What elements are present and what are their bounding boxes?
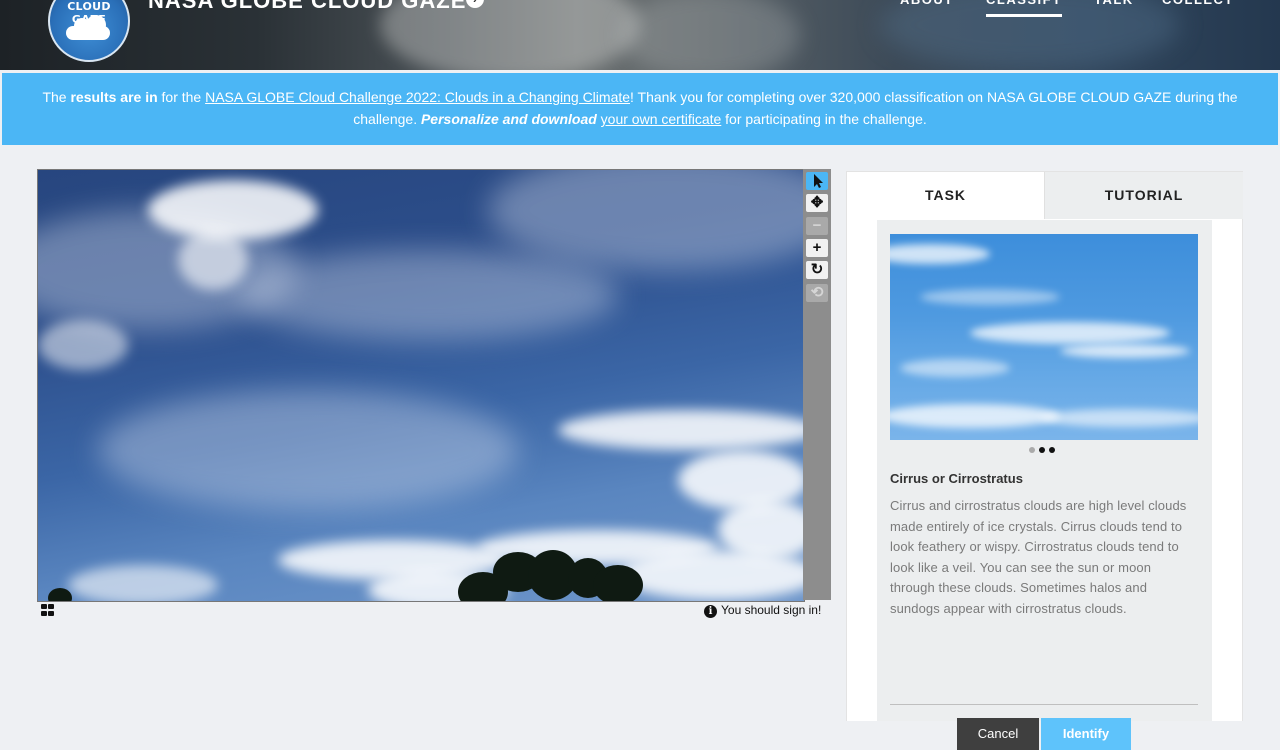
carousel-dot[interactable] bbox=[1029, 447, 1035, 453]
banner-text: for participating in the challenge. bbox=[721, 111, 927, 127]
sign-in-notice: i You should sign in! bbox=[704, 603, 821, 618]
rotate-icon[interactable]: ↻ bbox=[806, 261, 828, 279]
task-panel: TASK TUTORIAL Cirrus or Cirrostratus Cir… bbox=[846, 171, 1243, 750]
site-header: CLOUD GAZE NASA GLOBE CLOUD GAZE › ABOUT… bbox=[0, 0, 1280, 70]
banner-results: results are in bbox=[70, 89, 158, 105]
certificate-link[interactable]: your own certificate bbox=[601, 111, 722, 127]
banner-text: for the bbox=[157, 89, 206, 105]
tab-task[interactable]: TASK bbox=[847, 172, 1044, 219]
carousel-dot[interactable] bbox=[1039, 447, 1045, 453]
pointer-icon[interactable] bbox=[806, 172, 828, 190]
info-icon: i bbox=[704, 605, 717, 618]
zoom-in-icon[interactable]: + bbox=[806, 239, 828, 257]
banner-personalize: Personalize and download bbox=[420, 111, 597, 127]
cancel-button[interactable]: Cancel bbox=[957, 718, 1039, 750]
site-title[interactable]: NASA GLOBE CLOUD GAZE bbox=[148, 0, 466, 14]
nav-classify[interactable]: CLASSIFY bbox=[986, 0, 1063, 17]
banner-text: The bbox=[42, 89, 71, 105]
nav-talk[interactable]: TALK bbox=[1094, 0, 1134, 12]
viewer-toolbar: ✥ − + ↻ ⟲ bbox=[803, 169, 831, 600]
nav-collect[interactable]: COLLECT bbox=[1162, 0, 1234, 12]
cloud-card: Cirrus or Cirrostratus Cirrus and cirros… bbox=[877, 220, 1212, 750]
carousel-dot[interactable] bbox=[1049, 447, 1055, 453]
reset-icon[interactable]: ⟲ bbox=[806, 284, 828, 302]
nav-about[interactable]: ABOUT bbox=[900, 0, 954, 12]
challenge-link[interactable]: NASA GLOBE Cloud Challenge 2022: Clouds … bbox=[205, 89, 630, 105]
grid-view-icon[interactable] bbox=[41, 604, 55, 617]
cloud-example-image[interactable] bbox=[890, 234, 1198, 440]
identify-button[interactable]: Identify bbox=[1041, 718, 1131, 750]
zoom-out-icon[interactable]: − bbox=[806, 217, 828, 235]
cloud-type-description: Cirrus and cirrostratus clouds are high … bbox=[890, 498, 1187, 616]
announcement-banner: The results are in for the NASA GLOBE Cl… bbox=[2, 73, 1278, 145]
cloud-type-title: Cirrus or Cirrostratus bbox=[890, 471, 1023, 486]
cloud-gaze-logo[interactable]: CLOUD GAZE bbox=[48, 0, 130, 62]
subject-image-viewer[interactable] bbox=[37, 169, 805, 602]
move-icon[interactable]: ✥ bbox=[806, 194, 828, 212]
divider bbox=[890, 704, 1198, 705]
sign-in-text: You should sign in! bbox=[721, 603, 822, 617]
tab-tutorial[interactable]: TUTORIAL bbox=[1044, 172, 1243, 219]
